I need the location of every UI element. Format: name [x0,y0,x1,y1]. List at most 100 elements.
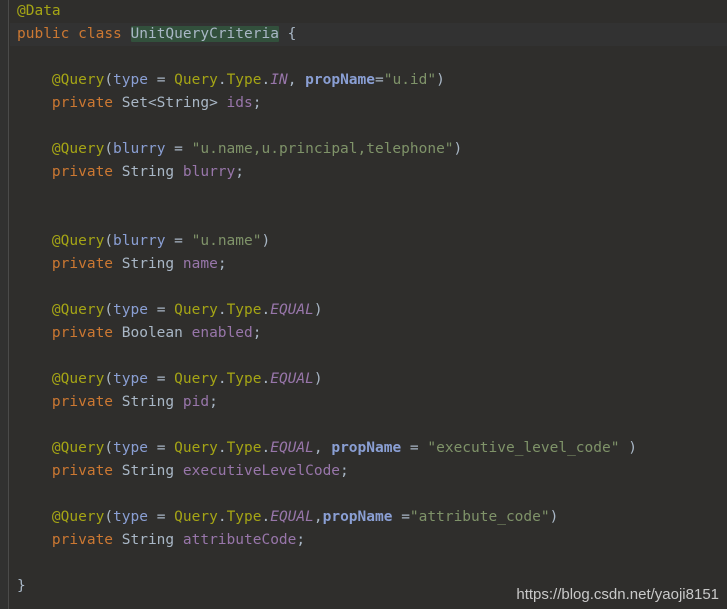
code-editor[interactable]: */ @Datapublic class UnitQueryCriteria {… [0,0,727,609]
code-line[interactable]: private String pid; [10,391,727,414]
code-token-field: enabled [191,325,253,341]
code-token-param: type [113,440,148,456]
code-line[interactable]: @Query(type = Query.Type.EQUAL) [10,299,727,322]
code-line[interactable]: private Boolean enabled; [10,322,727,345]
code-line[interactable]: @Query(type = Query.Type.IN, propName="u… [10,69,727,92]
code-line[interactable] [10,115,727,138]
code-line[interactable]: @Query(type = Query.Type.EQUAL,propName … [10,506,727,529]
code-line[interactable]: @Data [10,0,727,23]
code-token-param: blurry [113,141,166,157]
code-token-default [17,440,52,456]
code-token-default [165,72,174,88]
code-token-default [17,164,52,180]
code-token-punct: ( [104,141,114,157]
code-token-annotation: Type [226,440,262,456]
code-token-punct: ( [104,72,114,88]
code-token-default [174,164,183,180]
code-line[interactable] [10,414,727,437]
code-token-keyword: private [51,463,114,479]
code-token-default [296,72,305,88]
code-token-static: IN [270,72,288,88]
code-token-field: attributeCode [182,532,297,548]
code-line[interactable]: @Query(type = Query.Type.EQUAL) [10,368,727,391]
code-token-default [113,463,122,479]
code-token-punct: ) [436,72,445,88]
code-token-default [165,440,174,456]
code-token-default [174,463,183,479]
code-token-type: String [121,164,175,180]
code-line[interactable]: private String blurry; [10,161,727,184]
code-line[interactable] [10,552,727,575]
code-token-default [148,371,157,387]
code-token-param-b: propName [305,72,375,88]
code-token-punct: ) [549,509,559,525]
code-line[interactable]: private String executiveLevelCode; [10,460,727,483]
code-token-type: String [121,463,175,479]
code-token-annotation: Query [174,440,218,456]
code-token-punct: ( [104,440,114,456]
code-line[interactable]: private String name; [10,253,727,276]
code-token-keyword: private [51,394,114,410]
code-token-param: type [113,72,148,88]
code-token-type: String [121,256,175,272]
code-token-default [17,394,52,410]
code-token-punct: ; [252,95,262,111]
code-token-default [17,302,52,318]
code-token-default [165,371,174,387]
editor-gutter[interactable] [0,0,9,609]
code-line[interactable]: @Query(blurry = "u.name,u.principal,tele… [10,138,727,161]
code-line[interactable] [10,46,727,69]
code-token-punct: = [401,509,410,525]
code-line[interactable] [10,276,727,299]
code-line[interactable] [10,184,727,207]
code-token-punct: ; [209,394,218,410]
code-token-param: type [113,302,148,318]
code-token-param: type [113,509,148,525]
code-token-default [17,256,52,272]
code-token-punct: . [261,371,271,387]
code-token-punct: ( [104,371,114,387]
code-line[interactable] [10,483,727,506]
code-token-static: EQUAL [270,371,314,387]
code-line[interactable]: private String attributeCode; [10,529,727,552]
code-token-default [165,302,174,318]
code-token-string: "u.name" [191,233,262,249]
code-token-punct: ( [104,233,114,249]
code-token-punct: . [261,72,271,88]
code-token-type: String [121,394,175,410]
code-token-default [148,302,157,318]
code-line[interactable]: @Query(blurry = "u.name") [10,230,727,253]
code-token-punct: { [287,26,297,42]
code-token-default [17,371,52,387]
code-line[interactable] [10,345,727,368]
code-token-default [17,233,52,249]
code-token-default [17,532,52,548]
code-token-string: "executive_level_code" [427,440,620,456]
code-token-default [17,463,52,479]
code-token-default [392,509,401,525]
code-token-static: EQUAL [270,302,314,318]
code-token-default [619,440,628,456]
code-token-default [174,394,183,410]
code-token-punct: ; [235,164,245,180]
code-line[interactable] [10,207,727,230]
code-token-annotation: @Query [51,141,105,157]
code-token-punct: . [217,72,227,88]
code-token-punct: ( [104,509,114,525]
code-token-keyword: private [51,256,114,272]
code-line[interactable]: private Set<String> ids; [10,92,727,115]
code-token-punct: ) [261,233,271,249]
code-line[interactable]: @Query(type = Query.Type.EQUAL, propName… [10,437,727,460]
code-line[interactable]: public class UnitQueryCriteria { [0,23,727,46]
code-token-annotation: Type [226,302,262,318]
code-token-field: executiveLevelCode [182,463,341,479]
code-token-keyword: private [51,532,114,548]
code-surface[interactable]: @Data public class UnitQueryCriteria { @Q… [0,0,727,609]
watermark-url: https://blog.csdn.net/yaoji8151 [516,586,719,603]
code-token-punct: . [217,440,227,456]
code-token-keyword: public [17,26,70,42]
code-token-default [183,141,192,157]
code-token-punct: } [17,578,26,594]
code-token-annotation: Type [226,72,262,88]
code-token-default [174,532,183,548]
